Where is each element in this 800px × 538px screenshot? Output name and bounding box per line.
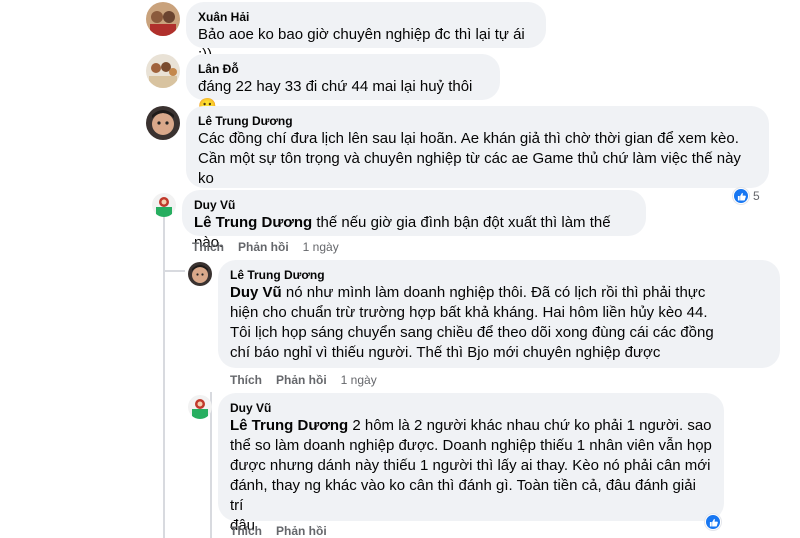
reply-actions: Thích Phản hồi 1 ngày (230, 373, 391, 387)
avatar[interactable] (152, 193, 176, 217)
reply-text: Duy Vũ nó như mình làm doanh nghiệp thôi… (230, 284, 714, 361)
like-button[interactable]: Thích (192, 240, 224, 254)
like-button[interactable]: Thích (230, 373, 262, 387)
comment-bubble: Lê Trung Dương Các đồng chí đưa lịch lên… (186, 106, 769, 207)
reply-button[interactable]: Phản hồi (238, 240, 289, 254)
reply-text: Lê Trung Dương 2 hôm là 2 người khác nha… (230, 417, 712, 534)
reply-author[interactable]: Duy Vũ (230, 400, 712, 416)
thread-line (163, 208, 165, 538)
avatar[interactable] (188, 395, 212, 419)
reply-button[interactable]: Phản hồi (276, 524, 327, 538)
comment-author[interactable]: Lê Trung Dương (198, 113, 757, 129)
comment-text: đáng 22 hay 33 đi chứ 44 mai lại huỷ thô… (198, 78, 473, 95)
avatar[interactable] (146, 106, 180, 140)
thread-line (210, 392, 212, 538)
mention-link[interactable]: Duy Vũ (230, 284, 282, 301)
like-button[interactable]: Thích (230, 524, 262, 538)
comment-bubble: Lân Đỗ đáng 22 hay 33 đi chứ 44 mai lại … (186, 54, 500, 115)
like-icon (705, 514, 721, 530)
like-icon (733, 188, 749, 204)
reply-author[interactable]: Duy Vũ (194, 197, 634, 213)
mention-link[interactable]: Lê Trung Dương (194, 214, 312, 231)
comment-author[interactable]: Lân Đỗ (198, 61, 488, 77)
comment-author[interactable]: Xuân Hải (198, 9, 534, 25)
thread-connector (163, 270, 185, 272)
avatar[interactable] (188, 262, 212, 286)
reply-bubble: Duy Vũ Lê Trung Dương 2 hôm là 2 người k… (218, 393, 724, 534)
avatar[interactable] (146, 2, 180, 36)
reply-actions: Thích Phản hồi 1 ngày (192, 240, 353, 254)
timestamp[interactable]: 1 ngày (341, 373, 377, 387)
reply-bubble: Duy Vũ Lê Trung Dương thế nếu giờ gia đì… (182, 190, 646, 251)
reply-actions: Thích Phản hồi (230, 524, 355, 538)
reaction-summary[interactable] (705, 514, 721, 530)
avatar[interactable] (146, 54, 180, 88)
mention-link[interactable]: Lê Trung Dương (230, 417, 348, 434)
reply-button[interactable]: Phản hồi (276, 373, 327, 387)
timestamp[interactable]: 1 ngày (303, 240, 339, 254)
reply-author[interactable]: Lê Trung Dương (230, 267, 768, 283)
reply-bubble: Lê Trung Dương Duy Vũ nó như mình làm do… (218, 260, 780, 368)
comment-bubble: Xuân Hải Bảo aoe ko bao giờ chuyên nghiệ… (186, 2, 546, 63)
reaction-count: 5 (753, 189, 760, 203)
reaction-summary[interactable]: 5 (733, 188, 760, 204)
